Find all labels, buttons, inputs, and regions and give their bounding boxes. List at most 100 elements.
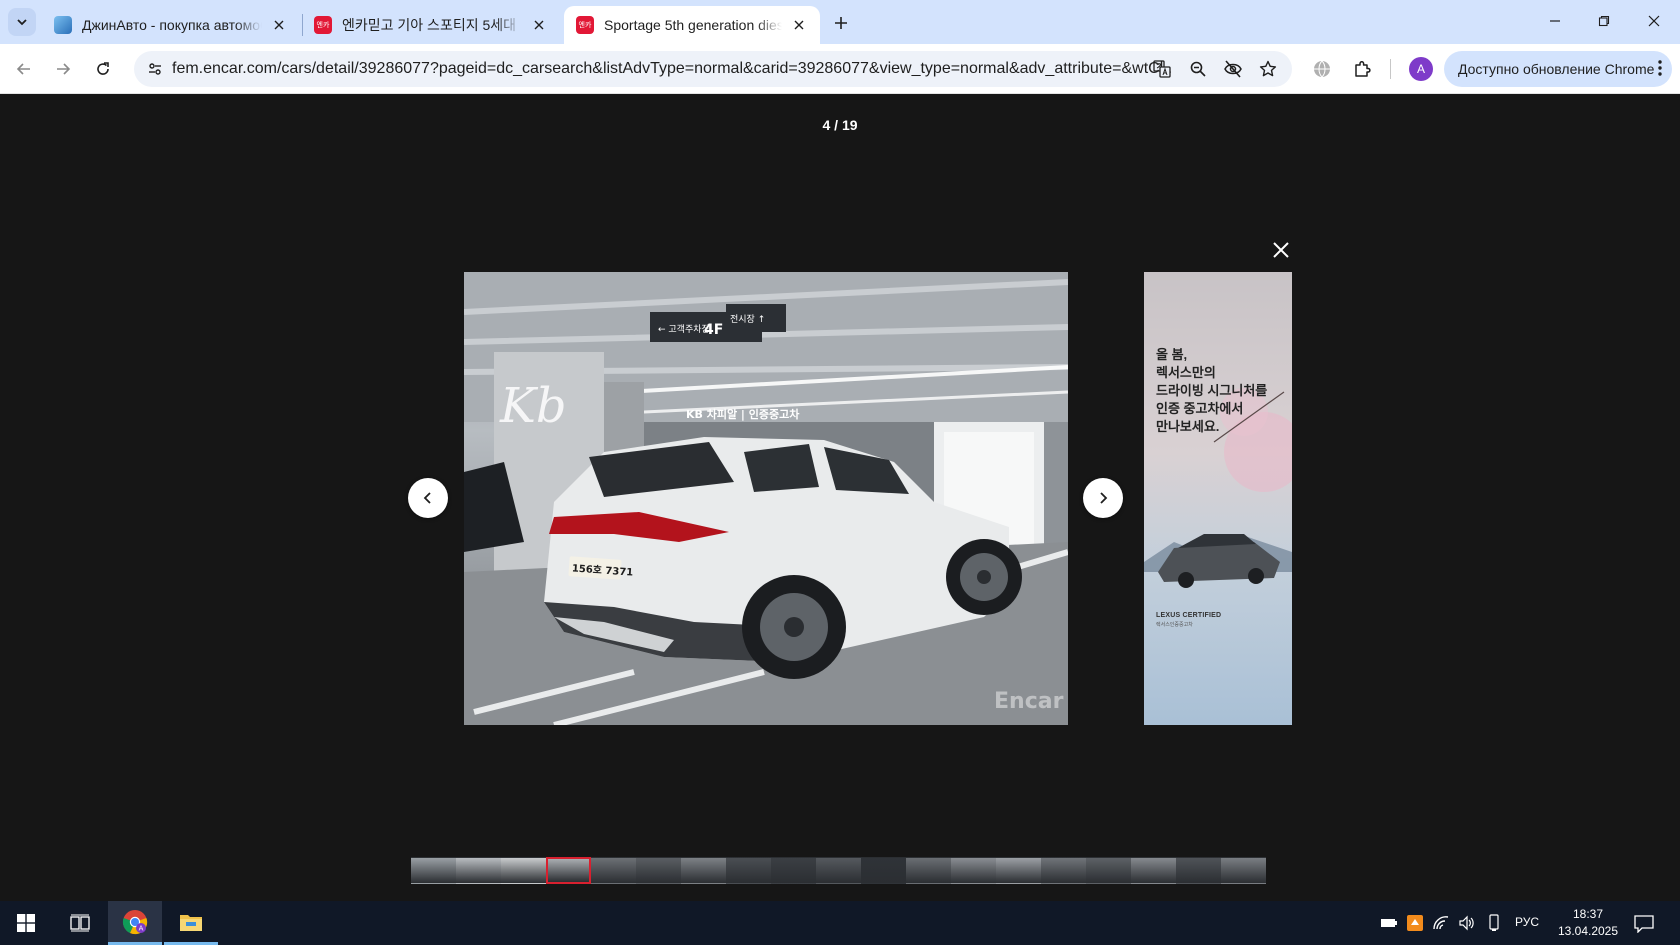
url-text: fem.encar.com/cars/detail/39286077?pagei… — [172, 60, 1172, 78]
tracking-protection-button[interactable] — [1219, 56, 1247, 82]
previous-photo-button[interactable] — [408, 478, 448, 518]
close-tab-icon[interactable] — [530, 16, 548, 34]
translate-button[interactable] — [1148, 56, 1176, 82]
thumbnail-1[interactable] — [411, 857, 456, 884]
chrome-icon: A — [122, 909, 148, 934]
browser-toolbar: fem.encar.com/cars/detail/39286077?pagei… — [0, 44, 1680, 94]
thumbnail-9[interactable] — [771, 857, 816, 884]
thumbnail-3[interactable] — [501, 857, 546, 884]
notification-icon — [1634, 915, 1654, 933]
profile-avatar[interactable]: A — [1409, 57, 1433, 81]
thumbnail-14[interactable] — [996, 857, 1041, 884]
taskbar-chrome[interactable]: A — [108, 901, 162, 945]
reload-button[interactable] — [88, 54, 118, 84]
tab-strip: ДжинАвто - покупка автомобиля 엔카 엔카믿고 기아… — [0, 0, 1680, 44]
task-view-icon — [70, 914, 90, 932]
globe-icon — [1314, 60, 1330, 78]
ad-headline: 올 봄, 렉서스만의 드라이빙 시그니처를 인증 중고차에서 만나보세요. — [1156, 347, 1268, 434]
chevron-down-icon — [17, 19, 27, 26]
pillar-logo: Kb — [499, 378, 567, 434]
taskbar-file-explorer[interactable] — [164, 901, 218, 945]
url-host: fem.encar.com — [172, 60, 277, 77]
eye-off-icon — [1224, 60, 1242, 78]
tab-sportage-active[interactable]: 엔카 Sportage 5th generation diesel — [564, 6, 820, 44]
lexus-ad-banner[interactable]: 올 봄, 렉서스만의 드라이빙 시그니처를 인증 중고차에서 만나보세요. LE… — [1144, 272, 1292, 725]
thumbnail-19[interactable] — [1221, 857, 1266, 884]
tab-encar-sportage-kr[interactable]: 엔카 엔카믿고 기아 스포티지 5세대 — [302, 6, 560, 44]
kebab-menu-icon[interactable] — [1658, 59, 1662, 80]
tab-jinauto[interactable]: ДжинАвто - покупка автомобиля — [42, 6, 300, 44]
next-photo-button[interactable] — [1083, 478, 1123, 518]
back-button[interactable] — [9, 54, 39, 84]
thumbnail-11[interactable] — [861, 857, 906, 884]
parking-sign-floor: 4F — [704, 322, 723, 338]
kb-banner-text: KB 차피알 | 인증중고차 — [686, 407, 800, 421]
extensions-button[interactable] — [1347, 54, 1377, 84]
clock-time: 18:37 — [1572, 907, 1604, 921]
tab-title: ДжинАвто - покупка автомобиля — [82, 17, 262, 33]
thumbnail-2[interactable] — [456, 857, 501, 884]
close-window-button[interactable] — [1639, 8, 1669, 34]
url-path: /cars/detail/39286077?pageid=dc_carsearc… — [276, 60, 1172, 77]
windows-taskbar: A РУС 18:37 13.04.2025 — [0, 901, 1680, 945]
forward-button[interactable] — [48, 54, 78, 84]
thumbnail-13[interactable] — [951, 857, 996, 884]
clock-date: 13.04.2025 — [1557, 924, 1619, 938]
jinauto-favicon-icon — [54, 16, 72, 34]
svg-text:A: A — [139, 924, 144, 932]
app-tray-icon[interactable] — [1405, 913, 1425, 933]
start-button[interactable] — [0, 901, 52, 945]
action-center-button[interactable] — [1632, 912, 1656, 936]
plus-icon — [835, 17, 847, 29]
close-icon — [1273, 242, 1289, 258]
puzzle-icon — [1355, 60, 1371, 77]
close-tab-icon[interactable] — [270, 16, 288, 34]
chrome-update-button[interactable]: Доступно обновление Chrome — [1444, 51, 1672, 87]
toolbar-separator — [1390, 59, 1391, 79]
chevron-right-icon — [1100, 492, 1108, 504]
car-photo: ← 고객주차장 4F 전시장 ↑ KB 차피알 | 인증중고차 Kb 156호 … — [464, 272, 1068, 725]
encar-favicon-icon: 엔카 — [314, 16, 332, 34]
thumbnail-6[interactable] — [636, 857, 681, 884]
address-bar[interactable]: fem.encar.com/cars/detail/39286077?pagei… — [134, 51, 1292, 87]
site-info-button[interactable] — [142, 56, 168, 82]
system-clock[interactable]: 18:37 13.04.2025 — [1548, 906, 1628, 940]
zoom-button[interactable] — [1184, 56, 1212, 82]
restore-button[interactable] — [1589, 8, 1619, 34]
usb-tray-icon[interactable] — [1484, 913, 1504, 933]
input-language[interactable]: РУС — [1515, 915, 1539, 929]
arrow-left-icon — [16, 63, 30, 75]
thumbnail-17[interactable] — [1131, 857, 1176, 884]
thumbnail-18[interactable] — [1176, 857, 1221, 884]
arrow-right-icon — [57, 63, 71, 75]
encar-favicon-icon: 엔카 — [576, 16, 594, 34]
photo-viewer: 4 / 19 ← 고객주차장 4F 전시장 ↑ KB 차피알 | 인증중고차 K… — [0, 95, 1680, 901]
wifi-tray-icon[interactable] — [1431, 913, 1451, 933]
update-label: Доступно обновление Chrome — [1458, 61, 1655, 77]
reload-icon — [97, 62, 109, 75]
task-view-button[interactable] — [54, 901, 106, 945]
photo-counter: 4 / 19 — [822, 117, 858, 133]
tab-title: 엔카믿고 기아 스포티지 5세대 — [342, 17, 517, 33]
new-tab-button[interactable] — [828, 10, 854, 36]
volume-tray-icon[interactable] — [1457, 913, 1477, 933]
close-viewer-button[interactable] — [1268, 237, 1294, 263]
close-tab-icon[interactable] — [790, 16, 808, 34]
bookmark-button[interactable] — [1254, 56, 1282, 82]
thumbnail-10[interactable] — [816, 857, 861, 884]
tab-search-button[interactable] — [8, 8, 36, 36]
close-icon — [1648, 15, 1660, 27]
tune-icon — [149, 63, 161, 75]
thumbnail-8[interactable] — [726, 857, 771, 884]
thumbnail-15[interactable] — [1041, 857, 1086, 884]
thumbnail-16[interactable] — [1086, 857, 1131, 884]
battery-tray-icon[interactable] — [1379, 913, 1399, 933]
zoom-out-icon — [1190, 61, 1206, 77]
thumbnail-7[interactable] — [681, 857, 726, 884]
thumbnail-12[interactable] — [906, 857, 951, 884]
thumbnail-5[interactable] — [591, 857, 636, 884]
chevron-left-icon — [423, 492, 431, 504]
minimize-button[interactable] — [1540, 8, 1570, 34]
thumbnail-4[interactable] — [546, 857, 591, 884]
vpn-extension-button[interactable] — [1307, 54, 1337, 84]
